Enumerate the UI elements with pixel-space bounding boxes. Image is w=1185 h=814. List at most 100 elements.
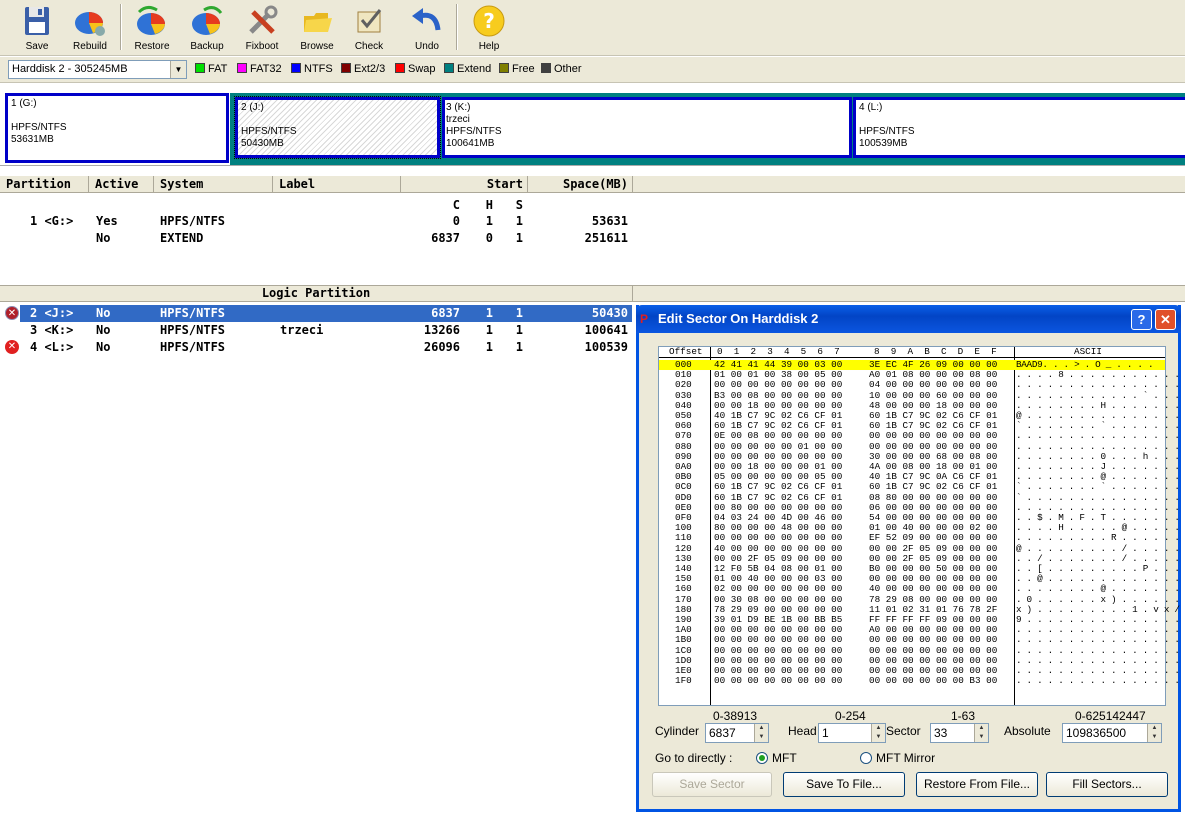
legend-extend: Extend <box>444 63 491 77</box>
partition-block-j[interactable]: 2 (J:) HPFS/NTFS 50430MB <box>234 96 441 159</box>
restore-button[interactable]: Restore <box>127 2 177 54</box>
sector-spinner[interactable]: ▲ ▼ <box>974 724 988 742</box>
hex-ascii-header: ASCII <box>1074 346 1102 357</box>
rebuild-label: Rebuild <box>73 41 107 52</box>
cell-partition: 1 <G:> <box>30 214 74 228</box>
check-icon <box>352 4 386 38</box>
help-label: Help <box>478 41 500 52</box>
save-sector-button[interactable]: Save Sector <box>652 772 772 797</box>
table-row[interactable]: 1 <G:> Yes HPFS/NTFS 0 1 1 53631 <box>0 213 1185 230</box>
cell-active: Yes <box>96 214 118 228</box>
partition-block-g[interactable]: 1 (G:) HPFS/NTFS 53631MB <box>5 93 229 163</box>
hex-editor-grid[interactable]: Offset 0 1 2 3 4 5 6 7 8 9 A B C D E F A… <box>658 346 1180 706</box>
head-label: Head <box>788 724 817 738</box>
save-to-file-button[interactable]: Save To File... <box>783 772 905 797</box>
sector-range: 1-63 <box>951 709 976 723</box>
check-button[interactable]: Check <box>344 2 394 54</box>
goto-label: Go to directly : <box>655 751 733 765</box>
legend-fat: FAT <box>195 63 227 77</box>
close-icon[interactable]: ✕ <box>1155 309 1176 330</box>
logic-partition-header: Logic Partition <box>0 285 1185 302</box>
toolbar-separator <box>456 4 458 50</box>
hex-offset-header: Offset <box>669 346 703 357</box>
dialog-titlebar[interactable]: P Edit Sector On Harddisk 2 ? ✕ <box>636 305 1181 333</box>
partition-block-l[interactable]: 4 (L:) HPFS/NTFS 100539MB <box>853 97 1185 158</box>
fill-sectors-button[interactable]: Fill Sectors... <box>1046 772 1168 797</box>
cylinder-input[interactable]: 6837 ▲ ▼ <box>705 723 769 743</box>
cell-h: 1 <box>485 306 493 320</box>
absolute-label: Absolute <box>1004 724 1051 738</box>
cell-label: trzeci <box>280 323 324 337</box>
legend-swap: Swap <box>395 63 436 77</box>
save-label: Save <box>25 41 49 52</box>
chs-h-header: H <box>485 198 493 212</box>
cell-system: HPFS/NTFS <box>160 340 226 354</box>
table-row[interactable]: No EXTEND 6837 0 1 251611 <box>0 230 1185 247</box>
undo-label: Undo <box>415 41 439 52</box>
undo-button[interactable]: Undo <box>402 2 452 54</box>
restore-from-file-button[interactable]: Restore From File... <box>916 772 1038 797</box>
col-header-start[interactable]: Start <box>401 176 528 193</box>
rebuild-button[interactable]: Rebuild <box>65 2 115 54</box>
head-spinner[interactable]: ▲ ▼ <box>871 724 885 742</box>
cell-space: 251611 <box>584 231 628 245</box>
legend-free: Free <box>499 63 535 77</box>
head-input[interactable]: 1 ▲ ▼ <box>818 723 886 743</box>
col-header-partition[interactable]: Partition <box>0 176 89 193</box>
cylinder-spinner[interactable]: ▲ ▼ <box>754 724 768 742</box>
rebuild-pie-icon <box>73 4 107 38</box>
chs-header-row: C H S <box>0 197 1185 214</box>
backup-button[interactable]: Backup <box>182 2 232 54</box>
col-header-label[interactable]: Label <box>273 176 401 193</box>
browse-label: Browse <box>300 41 334 52</box>
legend-swatch <box>444 63 454 73</box>
absolute-spinner[interactable]: ▲ ▼ <box>1147 724 1161 742</box>
table-row-selected[interactable]: 2 <J:> No HPFS/NTFS 6837 1 1 50430 <box>20 305 632 322</box>
hex-ascii[interactable]: BAAD9. . . > . O _ . . . . . . . . 8 . .… <box>1016 359 1180 687</box>
help-icon[interactable]: ? <box>1131 309 1152 330</box>
edit-sector-dialog: P Edit Sector On Harddisk 2 ? ✕ Offset 0… <box>636 305 1181 812</box>
mft-radio[interactable]: MFT <box>756 751 797 765</box>
restore-pie-icon <box>135 4 169 38</box>
legend-swatch <box>237 63 247 73</box>
col-header-system[interactable]: System <box>154 176 273 193</box>
legend-swatch <box>195 63 205 73</box>
cell-partition: 4 <L:> <box>30 340 74 354</box>
hex-bytes-b[interactable]: 3E EC 4F 26 09 00 00 00 A0 01 08 00 00 0… <box>869 359 997 687</box>
legend-other: Other <box>541 63 582 77</box>
toolbar-separator <box>120 4 122 50</box>
save-button[interactable]: Save <box>12 2 62 54</box>
cell-active: No <box>96 306 111 320</box>
cell-h: 1 <box>485 340 493 354</box>
toolbar: Save Rebuild Restore Backup Fixboot Brow… <box>0 0 1185 56</box>
absolute-input[interactable]: 109836500 ▲ ▼ <box>1062 723 1162 743</box>
fixboot-label: Fixboot <box>245 41 279 52</box>
legend-swatch <box>541 63 551 73</box>
cell-active: No <box>96 231 111 245</box>
help-button[interactable]: ? Help <box>464 2 514 54</box>
col-header-active[interactable]: Active <box>89 176 154 193</box>
hex-offsets: 000 010 020 030 040 050 060 070 080 090 … <box>675 359 692 687</box>
hex-divider <box>1014 347 1015 705</box>
cell-h: 1 <box>485 323 493 337</box>
cell-c: 6837 <box>431 231 460 245</box>
cell-s: 1 <box>515 323 523 337</box>
sector-input[interactable]: 33 ▲ ▼ <box>930 723 989 743</box>
p-logo-icon: P <box>640 312 649 326</box>
chs-s-header: S <box>515 198 523 212</box>
radio-icon <box>860 752 872 764</box>
partition-block-k[interactable]: 3 (K:) trzeci HPFS/NTFS 100641MB <box>442 97 852 158</box>
fixboot-button[interactable]: Fixboot <box>237 2 287 54</box>
mft-mirror-radio[interactable]: MFT Mirror <box>860 751 935 765</box>
folder-icon <box>300 4 334 38</box>
legend-ntfs: NTFS <box>291 63 333 77</box>
browse-button[interactable]: Browse <box>292 2 342 54</box>
hex-bytes-a[interactable]: 42 41 41 44 39 00 03 00 01 00 01 00 38 0… <box>714 359 842 687</box>
disk-select[interactable]: Harddisk 2 - 305245MB ▼ <box>8 60 187 79</box>
cell-h: 1 <box>485 214 493 228</box>
cell-space: 100641 <box>584 323 628 337</box>
col-header-space[interactable]: Space(MB) <box>528 176 633 193</box>
cell-system: EXTEND <box>160 231 204 245</box>
chevron-down-icon[interactable]: ▼ <box>170 61 186 78</box>
cell-c: 26096 <box>423 340 460 354</box>
